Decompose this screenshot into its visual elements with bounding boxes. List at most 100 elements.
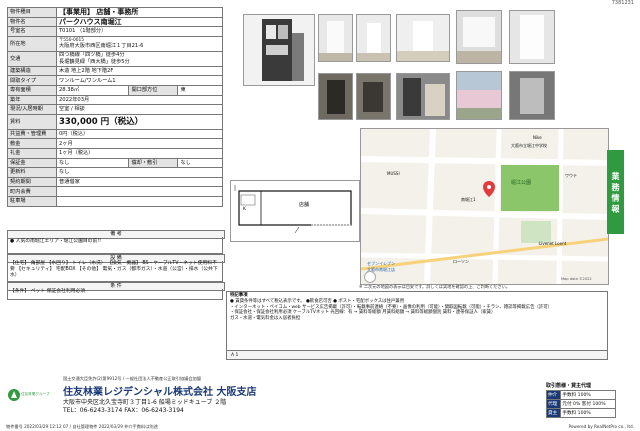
fee-table: 仲介 手数料 100% 代理 元付 0% 客付 100% 貸主 手数料 100% (545, 390, 616, 418)
label-neighborhood-fee: 町内会費 (7, 186, 57, 197)
label-fee: 共益費・管理費 (7, 128, 57, 140)
fee-value: 手数料 100% (560, 408, 616, 418)
label-status: 現況/入居時期 (7, 104, 57, 115)
neighborhood-fee (56, 186, 223, 197)
footer-right: Powered by RealNetPro co., ltd. (568, 424, 634, 429)
label-rent: 賃料 (7, 113, 57, 130)
value-type: 【事業用】 店舗・事務所 (56, 7, 223, 18)
company-name: 住友林業レジデンシャル株式会社 大阪支店 (63, 387, 257, 398)
company-license: 国土交通大臣免許(2)第9912号 / 一般社団法人不動産公正取引協議会加盟 (63, 376, 201, 381)
map-label-area: 南堀江1 (461, 197, 476, 202)
label-built: 築年 (7, 94, 57, 106)
room-number: T0101 （1階部分） (56, 26, 223, 37)
key-money: 1ヶ月（税込） (56, 147, 223, 159)
map-label-nike: Nike (533, 135, 542, 140)
map-label-wau: ワウテ (565, 173, 577, 178)
map-label-park: 堀江公園 (511, 180, 532, 186)
label-name: 物件名 (7, 16, 57, 28)
label-structure: 建築構造 (7, 65, 57, 77)
street-photo[interactable] (396, 73, 450, 120)
amortization: なし (177, 157, 223, 169)
footer-left: 物件番号 2022/03/29 12:12 07 / 自社管理物件 2022/0… (6, 424, 158, 429)
fee-row: 代理 元付 0% 客付 100% (545, 399, 616, 409)
company-tel-fax: TEL：06-6243-3174 FAX：06-6243-3194 (63, 407, 184, 414)
floor-plan: 店舗 K (230, 180, 360, 242)
parking (56, 195, 223, 207)
contract-period: 普通借家 (56, 176, 223, 188)
interior-photo-4[interactable] (456, 10, 502, 64)
built-year: 2022年03月 (56, 94, 223, 106)
renewal-fee: なし (56, 167, 223, 178)
access-line-2: 長堀鶴見緑「西大橋」徒歩5分 (59, 58, 130, 65)
status: 空室 / 相談 (56, 104, 223, 115)
page-footer: 物件番号 2022/03/29 12:12 07 / 自社管理物件 2022/0… (0, 423, 640, 431)
document-id: 7381231 (611, 0, 634, 6)
access: 四つ橋線「四ツ橋」徒歩4分 長堀鶴見緑「西大橋」徒歩5分 (56, 50, 223, 67)
entrance-photo-2[interactable] (356, 73, 391, 120)
label-type: 物件種目 (7, 7, 57, 18)
conditions-body: 【条件】 ペット 保証会社利用必須 (7, 289, 223, 300)
deposit: 2ヶ月 (56, 138, 223, 149)
facility-photo[interactable] (509, 71, 555, 120)
park-photo[interactable] (456, 71, 502, 120)
layout-type: ワンルーム/ワンルーム1 (56, 75, 223, 86)
interior-photo-2[interactable] (356, 14, 391, 62)
map-label-lawson: ローソン (453, 259, 469, 264)
structure: 木造 地上2階 地下階2F (56, 65, 223, 77)
company-logo-icon (8, 389, 20, 401)
fee-row: 仲介 手数料 100% (545, 390, 616, 400)
label-amortization: 償却・敷引 (128, 157, 179, 169)
notes-line: ガス・水道・電気料金は入居者負担 (230, 316, 301, 322)
map-label-school: 大阪市立堀江中学校 (511, 143, 547, 148)
rent: 330,000 円（税込） (56, 113, 223, 130)
fee-label: 代理 (545, 399, 562, 409)
map-zoom-icon[interactable] (364, 271, 376, 283)
label-key-money: 礼金 (7, 147, 57, 159)
label-orientation: 開口部方位 (128, 84, 179, 96)
floor-plan-drawing (234, 185, 352, 234)
business-info-tab[interactable]: 業 務 情 報 (607, 150, 624, 234)
company-logo-text: 住友林業グループ (21, 392, 50, 396)
fee-value: 元付 0% 客付 100% (560, 399, 616, 409)
building-exterior-photo[interactable] (243, 14, 315, 86)
location-map[interactable]: 堀江公園 南堀江1 MUSSI Nike 大阪市立堀江中学校 ワウテ セブンイレ… (360, 128, 609, 285)
address: 〒550-0015 大阪府大阪市西区南堀江１丁目21-6 (56, 35, 223, 52)
label-layout: 間取タイプ (7, 75, 57, 86)
fee-title: 取引態様・貸主代理 (546, 383, 592, 389)
feature-line: ● 人気の南堀江エリア・堀江公園目の前!! (10, 239, 102, 244)
fee-label: 貸主 (545, 408, 562, 418)
map-attribution: Map data ©2022 (561, 277, 592, 281)
label-area: 専有面積 (7, 84, 57, 96)
property-info-table: 物件種目 【事業用】 店舗・事務所 物件名 パークハウス南堀江 号室名 T0101 （… (7, 7, 223, 207)
entrance-photo-1[interactable] (318, 73, 353, 120)
interior-photo-5[interactable] (509, 10, 555, 64)
label-address: 所在地 (7, 35, 57, 52)
address-text: 大阪府大阪市西区南堀江１丁目21-6 (59, 42, 144, 49)
label-contract: 契約期間 (7, 176, 57, 188)
label-guarantee: 保証金 (7, 157, 57, 169)
common-fee: 0円（税込） (56, 128, 223, 140)
map-note: ※ 二次元の地図の表示は目安です。詳しくは実地を確認の上、ご判断ください。 (359, 284, 510, 289)
map-label-livenet: Livenet Loent (539, 241, 567, 246)
map-label-mussi: MUSSI (387, 171, 400, 176)
notes-footer: A 1 (226, 351, 608, 360)
fee-label: 仲介 (545, 390, 562, 400)
label-parking: 駐車場 (7, 195, 57, 207)
features-body: ● 人気の南堀江エリア・堀江公園目の前!! (7, 237, 223, 254)
interior-photo-3[interactable] (396, 14, 450, 62)
equipment-body: 【住宅】 角部屋 【水回り】 トイレ（水洗） 【換気・機器】 BS・ケーブルTV… (7, 261, 223, 282)
special-notes: 特記事項 ● 賃貸条件等はすべて税込表示です。 ●飲食店可否 ● ポスト・宅配ボ… (226, 291, 608, 351)
interior-photo-1[interactable] (318, 14, 353, 62)
floor-plan-room-label: 店舗 (299, 202, 310, 208)
map-roads (361, 129, 608, 284)
orientation: 東 (177, 84, 223, 96)
label-room: 号室名 (7, 26, 57, 37)
guarantee: なし (55, 157, 130, 169)
fee-row: 貸主 手数料 100% (545, 408, 616, 418)
company-logo: 住友林業グループ (7, 388, 50, 410)
transaction-fee: 取引態様・貸主代理 仲介 手数料 100% 代理 元付 0% 客付 100% 貸主手… (545, 382, 616, 418)
label-renewal: 更新料 (7, 167, 57, 178)
floor-plan-kitchen-label: K (243, 207, 246, 212)
label-access: 交通 (7, 50, 57, 67)
property-name: パークハウス南堀江 (56, 16, 223, 28)
